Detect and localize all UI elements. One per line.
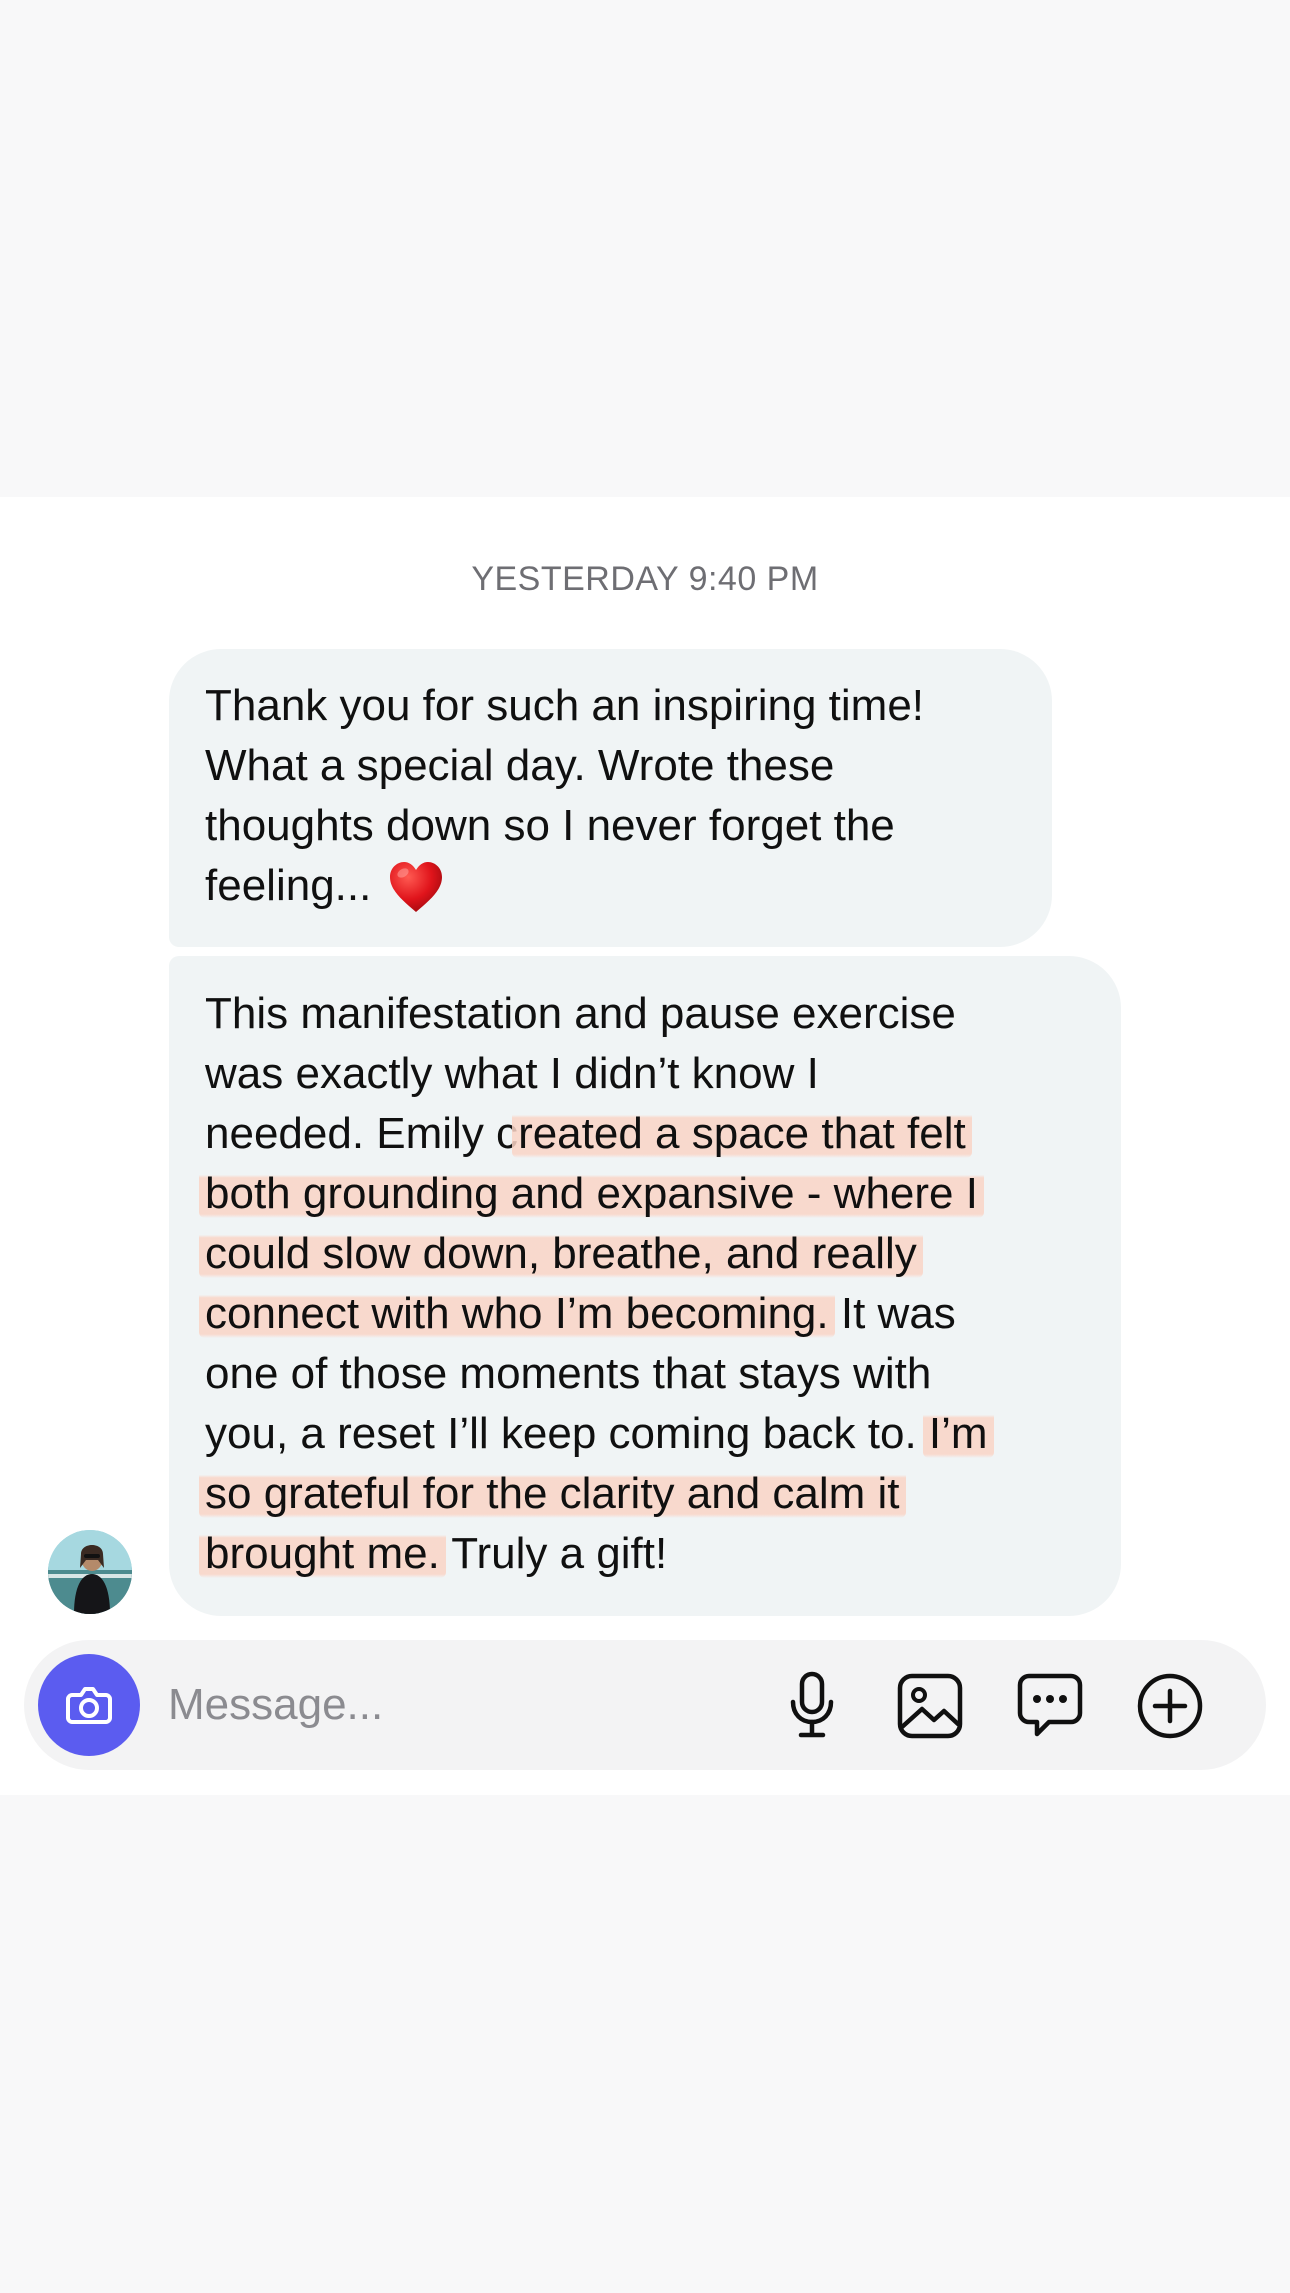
message-line: was exactly what I didn’t know I: [205, 1044, 1085, 1104]
message-text: feeling...: [205, 861, 372, 910]
message-line: Thank you for such an inspiring time!: [205, 681, 925, 730]
avatar-photo: [48, 1530, 132, 1614]
top-background: [0, 0, 1290, 497]
gallery-icon: [897, 1673, 963, 1739]
message-text: was exactly what I didn’t know I: [205, 1049, 819, 1098]
message-line: brought me. Truly a gift!: [199, 1524, 1085, 1584]
microphone-button[interactable]: [776, 1670, 848, 1742]
highlighted-text: brought me.: [199, 1529, 446, 1578]
message-line: so grateful for the clarity and calm it: [199, 1464, 1085, 1524]
add-button[interactable]: [1134, 1670, 1206, 1742]
message-line: connect with who I’m becoming. It was: [199, 1284, 1085, 1344]
highlighted-text: both grounding and expansive - where I: [199, 1169, 984, 1218]
message-composer: [24, 1640, 1266, 1770]
red-heart-emoji-icon: [389, 862, 442, 912]
message-line: needed. Emily created a space that felt: [205, 1104, 1085, 1164]
plus-circle-icon: [1137, 1673, 1203, 1739]
message-line: one of those moments that stays with: [205, 1344, 1085, 1404]
message-text: Truly a gift!: [439, 1529, 668, 1578]
chat-bubble-icon: [1017, 1673, 1083, 1737]
message-line: both grounding and expansive - where I: [199, 1164, 1085, 1224]
highlighted-text: I’m: [922, 1409, 994, 1458]
gallery-button[interactable]: [894, 1670, 966, 1742]
message-input[interactable]: [168, 1670, 768, 1740]
microphone-icon: [790, 1671, 834, 1738]
message-text: It was: [828, 1289, 956, 1338]
message-bubble[interactable]: This manifestation and pause exercise wa…: [169, 956, 1121, 1616]
highlighted-text: connect with who I’m becoming.: [199, 1289, 835, 1338]
message-line: This manifestation and pause exercise: [205, 984, 1085, 1044]
message-text: one of those moments that stays with: [205, 1349, 932, 1398]
camera-button[interactable]: [38, 1654, 140, 1756]
camera-icon: [66, 1687, 112, 1724]
bottom-background: [0, 1795, 1290, 2293]
message-text: This manifestation and pause exercise: [205, 989, 956, 1038]
message-text: you, a reset I’ll keep coming back to.: [205, 1409, 929, 1458]
message-line: thoughts down so I never forget the: [205, 801, 895, 850]
chat-options-button[interactable]: [1014, 1670, 1086, 1742]
message-line: you, a reset I’ll keep coming back to. I…: [205, 1404, 1085, 1464]
message-timestamp: YESTERDAY 9:40 PM: [471, 560, 819, 598]
message-bubble[interactable]: Thank you for such an inspiring time! Wh…: [169, 649, 1052, 947]
highlighted-text: reated a space that felt: [512, 1109, 972, 1158]
highlighted-text: so grateful for the clarity and calm it: [199, 1469, 906, 1518]
message-line: What a special day. Wrote these: [205, 741, 835, 790]
highlighted-text: could slow down, breathe, and really: [199, 1229, 923, 1278]
message-line: could slow down, breathe, and really: [199, 1224, 1085, 1284]
sender-avatar[interactable]: [48, 1530, 132, 1614]
message-line: feeling...: [205, 856, 1016, 916]
message-text: needed. Emily c: [205, 1109, 519, 1158]
